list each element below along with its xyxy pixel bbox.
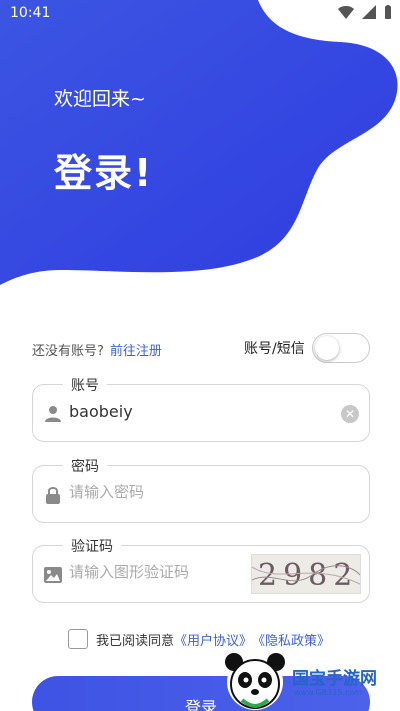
agreement-checkbox[interactable]	[68, 629, 88, 649]
page-title: 登录!	[54, 151, 154, 195]
mode-switch-label: 账号/短信	[244, 341, 305, 357]
captcha-label: 验证码	[63, 536, 121, 556]
agreement-prefix: 我已阅读同意	[96, 633, 175, 649]
register-link[interactable]: 前往注册	[110, 344, 162, 359]
user-agreement-link[interactable]: 《用户协议》	[174, 630, 252, 649]
status-icons	[338, 5, 392, 19]
panda-logo-icon	[225, 653, 285, 710]
status-time: 10:41	[10, 5, 51, 21]
account-field: 账号 ✕	[32, 375, 370, 442]
password-label: 密码	[63, 456, 107, 476]
captcha-field: 验证码 2982	[32, 536, 370, 603]
lock-icon	[46, 487, 60, 504]
watermark-url: www.GB315.com	[294, 688, 363, 697]
account-label: 账号	[63, 375, 107, 395]
mode-switch-toggle[interactable]	[312, 333, 370, 363]
register-row: 还没有账号? 前往注册	[32, 340, 162, 359]
status-bar: 10:41	[0, 0, 400, 28]
battery-icon	[385, 5, 391, 19]
agreement-row: 我已阅读同意 《用户协议》 《隐私政策》	[68, 629, 330, 649]
wifi-icon	[338, 6, 354, 19]
user-icon	[45, 406, 61, 422]
password-field: 密码	[32, 456, 370, 523]
password-input[interactable]	[69, 483, 309, 501]
privacy-policy-link[interactable]: 《隐私政策》	[252, 630, 330, 649]
welcome-text: 欢迎回来~	[54, 88, 146, 110]
watermark: 国宝手游网 www.GB315.com	[222, 650, 400, 711]
captcha-image[interactable]: 2982	[251, 554, 361, 594]
account-input[interactable]	[69, 402, 309, 421]
clear-icon[interactable]: ✕	[341, 405, 359, 423]
watermark-name: 国宝手游网	[292, 669, 377, 689]
captcha-noise	[252, 565, 360, 585]
toggle-knob	[315, 336, 339, 360]
register-prompt: 还没有账号?	[32, 344, 104, 359]
image-icon	[44, 567, 62, 583]
signal-icon	[362, 5, 376, 19]
